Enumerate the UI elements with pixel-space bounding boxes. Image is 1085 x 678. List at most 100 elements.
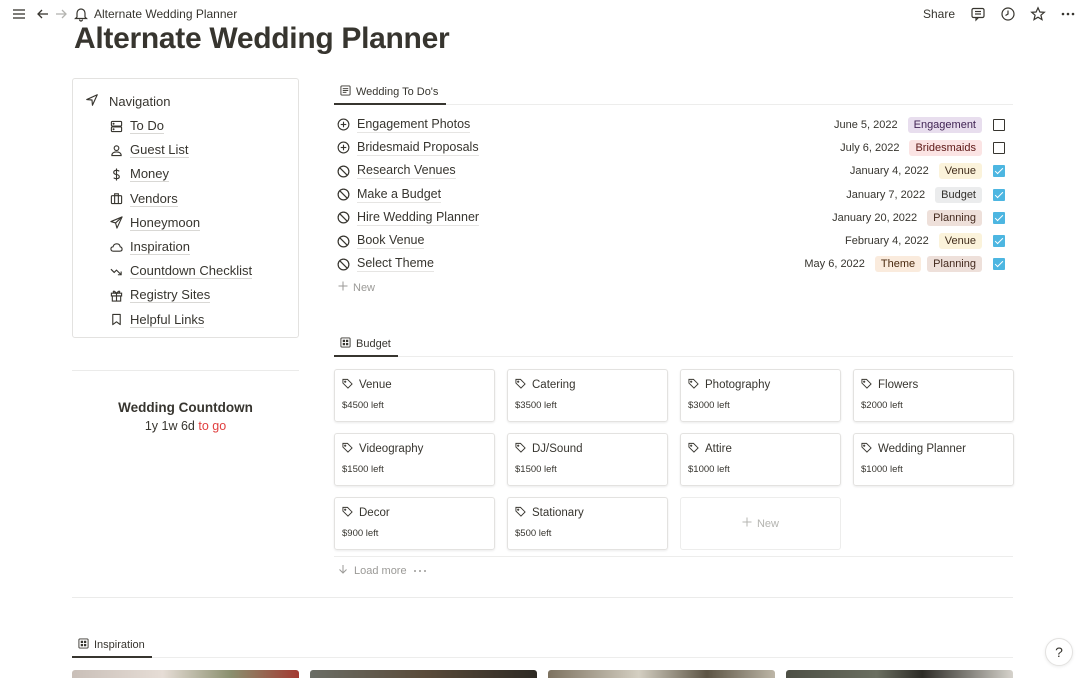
divider (72, 370, 299, 371)
budget-card[interactable]: Stationary $500 left (507, 497, 668, 550)
todo-meta: May 6, 2022 Theme Planning (804, 256, 982, 273)
budget-card[interactable]: Videography $1500 left (334, 433, 495, 486)
nav-item-countdown-checklist[interactable]: Countdown Checklist (109, 259, 253, 283)
inspiration-image[interactable] (548, 670, 775, 678)
nav-item-label[interactable]: Inspiration (130, 239, 190, 256)
share-button[interactable]: Share (923, 7, 955, 21)
done-checkbox[interactable] (993, 141, 1005, 154)
more-options-icon[interactable] (413, 565, 427, 577)
budget-card-remaining: $4500 left (342, 400, 384, 411)
inspiration-tabbar: Inspiration (72, 633, 1013, 658)
bell-icon[interactable] (72, 5, 90, 23)
todo-date: January 7, 2022 (846, 188, 926, 201)
navigation-heading: Navigation (85, 93, 170, 110)
tab-budget[interactable]: Budget (334, 332, 398, 357)
menu-icon[interactable] (10, 5, 28, 23)
nav-item-inspiration[interactable]: Inspiration (109, 235, 252, 259)
nav-item-label[interactable]: Helpful Links (130, 312, 205, 328)
budget-card[interactable]: Decor $900 left (334, 497, 495, 550)
comment-icon[interactable] (969, 5, 987, 23)
new-todo-button[interactable]: New (336, 276, 1012, 299)
done-checkbox[interactable] (993, 118, 1005, 131)
inspiration-image[interactable] (310, 670, 537, 678)
budget-card[interactable]: Catering $3500 left (507, 369, 668, 422)
back-arrow-icon[interactable] (34, 5, 52, 23)
todo-row[interactable]: Select Theme May 6, 2022 Theme Planning (336, 253, 1012, 276)
todo-row[interactable]: Make a Budget January 7, 2022 Budget (336, 183, 1012, 206)
budget-card-name: Stationary (532, 507, 584, 519)
nav-item-label[interactable]: Vendors (130, 191, 178, 207)
todo-name[interactable]: Bridesmaid Proposals (357, 140, 479, 156)
list-view-icon (340, 84, 351, 99)
nav-item-guest-list[interactable]: Guest List (109, 138, 252, 162)
star-icon[interactable] (1029, 5, 1047, 23)
todo-row[interactable]: Research Venues January 4, 2022 Venue (336, 160, 1012, 183)
help-button[interactable]: ? (1045, 638, 1073, 666)
clock-icon[interactable] (999, 5, 1017, 23)
nav-item-label[interactable]: Honeymoon (130, 215, 201, 231)
wedding-countdown: Wedding Countdown 1y 1w 6d to go (72, 400, 299, 433)
budget-card[interactable]: Attire $1000 left (680, 433, 841, 486)
nav-item-helpful-links[interactable]: Helpful Links (109, 308, 252, 332)
budget-card-name: Videography (359, 443, 424, 455)
load-more-button[interactable]: Load more (338, 564, 427, 577)
budget-card[interactable]: Flowers $2000 left (853, 369, 1014, 422)
tag-badge: Budget (935, 186, 982, 203)
gallery-view-icon (340, 336, 351, 351)
todo-name[interactable]: Hire Wedding Planner (357, 210, 480, 226)
budget-card[interactable]: Wedding Planner $1000 left (853, 433, 1014, 486)
budget-card-name: Venue (359, 379, 392, 391)
done-checkbox[interactable] (993, 235, 1005, 248)
budget-card-name: Catering (532, 379, 576, 391)
nav-item-label[interactable]: Money (130, 166, 170, 183)
nav-item-registry-sites[interactable]: Registry Sites (109, 283, 252, 307)
budget-card-remaining: $1500 left (342, 464, 384, 475)
briefcase-icon (109, 192, 123, 206)
nav-item-label[interactable]: To Do (130, 118, 164, 135)
nav-item-label[interactable]: Registry Sites (130, 287, 211, 304)
todo-name[interactable]: Book Venue (357, 233, 425, 250)
nav-item-honeymoon[interactable]: Honeymoon (109, 211, 252, 235)
tab-label: Wedding To Do's (356, 85, 439, 98)
budget-card[interactable]: Venue $4500 left (334, 369, 495, 422)
budget-card-title: Flowers (861, 378, 1006, 392)
budget-card-remaining: $500 left (515, 528, 552, 539)
paper-plane-icon (109, 216, 123, 230)
more-icon[interactable] (1059, 5, 1077, 23)
budget-card-remaining: $1000 left (861, 464, 903, 475)
tab-wedding-to-dos[interactable]: Wedding To Do's (334, 80, 446, 105)
tag-badge: Venue (938, 163, 982, 180)
todo-row[interactable]: Hire Wedding Planner January 20, 2022 Plan… (336, 206, 1012, 229)
todo-name[interactable]: Select Theme (357, 256, 434, 273)
tab-label: Budget (356, 337, 391, 350)
todo-row[interactable]: Engagement Photos June 5, 2022 Engagement (336, 113, 1012, 136)
nav-item-label[interactable]: Countdown Checklist (130, 263, 253, 280)
new-budget-card-button[interactable]: New (680, 497, 841, 550)
nav-item-money[interactable]: Money (109, 162, 252, 186)
tag-badge: Planning (927, 209, 982, 226)
todo-name[interactable]: Research Venues (357, 163, 456, 180)
breadcrumb[interactable]: Alternate Wedding Planner (94, 7, 237, 21)
todo-name[interactable]: Make a Budget (357, 187, 442, 203)
forward-arrow-icon[interactable] (52, 5, 70, 23)
budget-card[interactable]: DJ/Sound $1500 left (507, 433, 668, 486)
countdown-duration: 1y 1w 6d (144, 419, 195, 433)
nav-item-label[interactable]: Guest List (130, 142, 189, 159)
done-checkbox[interactable] (993, 165, 1005, 178)
todo-row[interactable]: Bridesmaid Proposals July 6, 2022 Bridesma… (336, 136, 1012, 159)
inspiration-image[interactable] (72, 670, 299, 678)
done-checkbox[interactable] (993, 258, 1005, 271)
tab-inspiration[interactable]: Inspiration (72, 633, 152, 658)
budget-card[interactable]: Photography $3000 left (680, 369, 841, 422)
todo-list: Engagement Photos June 5, 2022 Engagement B… (336, 113, 1012, 299)
navigation-box: Navigation To Do Guest List Money Vendor… (72, 78, 299, 338)
done-checkbox[interactable] (993, 188, 1005, 201)
navigation-arrow-icon (85, 93, 99, 110)
done-checkbox[interactable] (993, 211, 1005, 224)
todo-name[interactable]: Engagement Photos (357, 117, 471, 133)
todo-row[interactable]: Book Venue February 4, 2022 Venue (336, 229, 1012, 252)
nav-item-to-do[interactable]: To Do (109, 114, 252, 138)
nav-item-vendors[interactable]: Vendors (109, 187, 252, 211)
inspiration-image[interactable] (786, 670, 1013, 678)
todo-meta: February 4, 2022 Venue (845, 233, 982, 250)
